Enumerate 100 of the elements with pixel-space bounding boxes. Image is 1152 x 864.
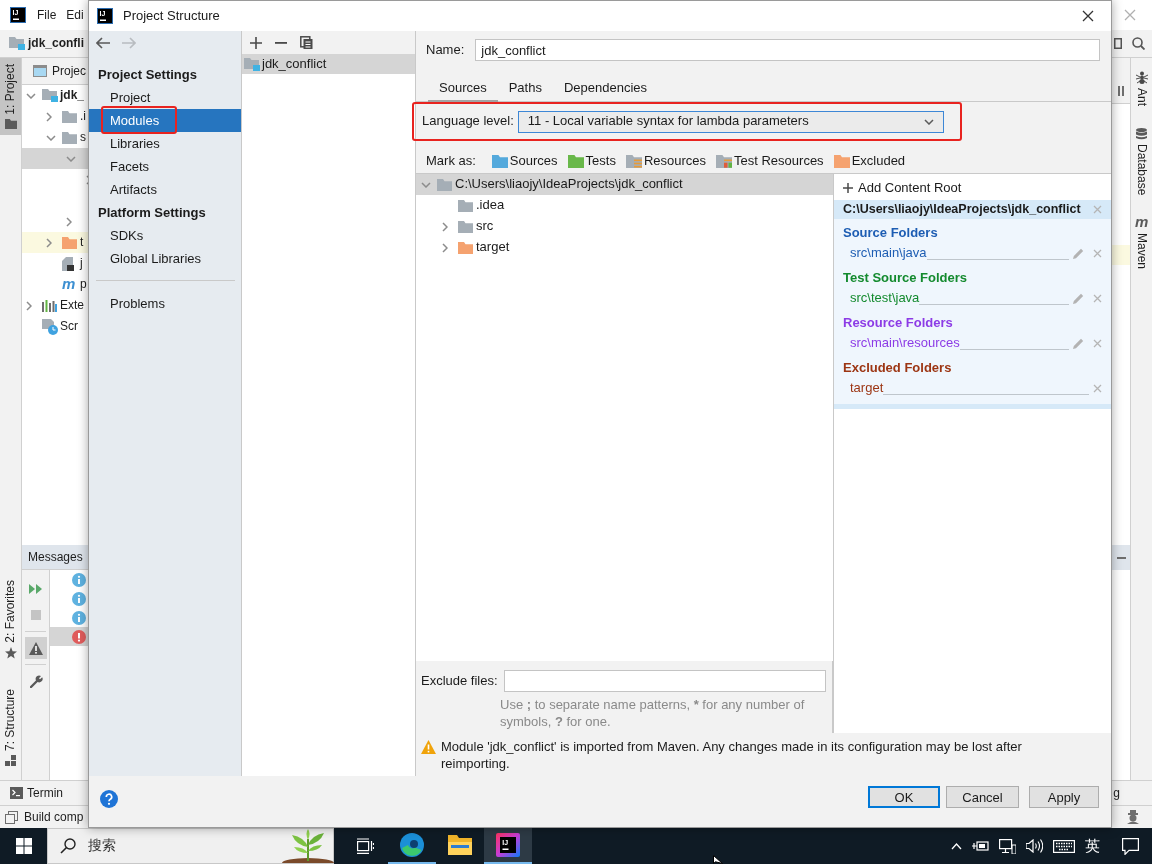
chevron-down-icon[interactable] [923,118,934,125]
language-level-dropdown[interactable]: 11 - Local variable syntax for lambda parameters [517,110,944,133]
chevron-right-icon[interactable] [26,300,32,311]
mark-as-button[interactable]: Sources [491,152,558,170]
tree-item[interactable]: m p [22,274,88,295]
tool-window-button[interactable]: 1: Project [0,58,21,135]
chevron-up-icon[interactable] [951,842,962,850]
tab[interactable]: Paths [497,76,553,102]
breadcrumb-item[interactable]: jdk_confli [28,36,84,51]
close-icon[interactable] [1082,10,1094,22]
search-icon[interactable] [1132,37,1145,50]
monitor-icon[interactable] [999,838,1016,854]
content-root-path: C:\Users\liaojy\IdeaProjects\jdk_conflict [843,201,1081,218]
dialog-button[interactable]: Cancel [946,786,1019,808]
sidebar-item[interactable]: Libraries [89,132,241,155]
window-title: Project Structure [123,7,220,25]
folder-path: src\main\java [850,244,927,262]
dialog-button[interactable]: Apply [1029,786,1099,808]
window-icon[interactable] [1114,38,1122,49]
chevron-right-icon[interactable] [46,111,52,122]
exclude-files-field[interactable] [503,670,826,692]
input-method-button[interactable]: 英 [1080,828,1105,864]
structure-icon [5,755,16,766]
add-content-root-button[interactable]: Add Content Root [834,176,1111,200]
mark-as-button[interactable]: Tests [567,152,616,170]
tree-item[interactable]: Scr [22,316,88,337]
dialog-button[interactable]: OK [868,786,940,808]
sidebar-item[interactable]: Artifacts [89,178,241,201]
folder-icon [62,236,77,249]
swirl-icon [400,833,424,857]
folder-icon [491,154,508,168]
copy-icon[interactable] [300,36,313,49]
sidebar-item[interactable]: Global Libraries [89,247,241,270]
mark-as-button[interactable]: Test Resources [716,152,824,170]
folder-path: target [850,379,884,397]
mark-as-button[interactable]: Resources [625,152,707,170]
wrench-icon[interactable] [29,674,43,688]
field-label: Mark as: [426,152,476,170]
field-label: Language level: [422,113,514,130]
tool-window-button[interactable]: Termin [6,785,67,801]
chevron-down-icon[interactable] [26,92,36,99]
tool-window-button[interactable]: Database [1131,122,1152,202]
sidebar-item[interactable]: Modules [89,109,241,132]
database-icon [1136,128,1147,140]
speaker-icon[interactable] [1026,839,1043,853]
tool-window-button[interactable]: Ant [1131,65,1152,112]
tree-item[interactable]: s [22,127,88,148]
tree-item[interactable]: C:\Users\liaojy\IdeaProjects\jdk_conflict [416,174,833,195]
chevron-right-icon[interactable] [66,216,72,227]
power-plug-icon[interactable] [972,840,989,852]
tab[interactable]: Sources [428,76,498,102]
selected-row[interactable] [50,627,88,646]
plant-drawing [280,829,336,863]
tree-item[interactable]: Exte [22,295,88,316]
plus-icon[interactable] [250,36,262,49]
menu-item[interactable]: Edi [65,7,85,23]
chevron-right-icon[interactable] [442,242,448,253]
overlapping-squares-icon[interactable] [5,810,18,824]
chevron-down-icon[interactable] [46,134,56,141]
mark-as-button[interactable]: Excluded [833,152,906,170]
list-item[interactable]: jdk_conflict [242,54,415,74]
help-icon[interactable] [100,790,118,808]
back-arrow-icon[interactable] [96,37,110,49]
pause-icon[interactable] [1118,86,1124,96]
stacked-windows-icon[interactable] [356,838,374,854]
sidebar-item[interactable]: Problems [89,292,241,315]
grid-icon[interactable] [15,838,32,854]
field-label: Name: [426,41,465,59]
menu-item[interactable]: File [36,7,58,23]
tab[interactable]: Dependencies [552,76,659,102]
chevron-right-icon[interactable] [442,221,448,232]
chevron-right-icon[interactable] [46,237,52,248]
speech-bubble-icon[interactable] [1122,837,1139,855]
search-box[interactable]: 搜索 [47,828,334,864]
person-icon[interactable] [1126,810,1140,824]
name-field[interactable]: jdk_conflict [475,39,1100,61]
sidebar-item[interactable]: Facets [89,155,241,178]
tree-item[interactable]: jdk_ [22,85,88,106]
maven-file-icon: m [62,278,75,291]
tool-window-button[interactable]: 2: Favorites [0,574,21,665]
tree-item[interactable]: t [22,232,88,253]
minus-icon[interactable] [275,41,287,44]
keyboard-icon[interactable] [1053,839,1075,853]
file-icon [62,256,74,271]
panel-title: Projec [52,63,86,79]
tool-window-button[interactable]: m Maven [1131,211,1152,276]
search-icon [60,838,76,854]
tree-item[interactable]: .i [22,106,88,127]
tool-window-button[interactable]: g [1109,785,1124,801]
folder-icon [833,154,850,168]
sidebar-item[interactable]: SDKs [89,224,241,247]
sidebar-item[interactable]: Project [89,86,241,109]
tree-item[interactable]: target [416,237,833,258]
minus-icon[interactable] [1116,556,1126,559]
tree-item[interactable]: src [416,216,833,237]
tree-item[interactable]: .idea [416,195,833,216]
double-play-icon[interactable] [29,584,43,594]
folder-icon [458,199,473,212]
tool-window-button[interactable]: 7: Structure [0,682,21,772]
tree-item[interactable]: j [22,253,88,274]
